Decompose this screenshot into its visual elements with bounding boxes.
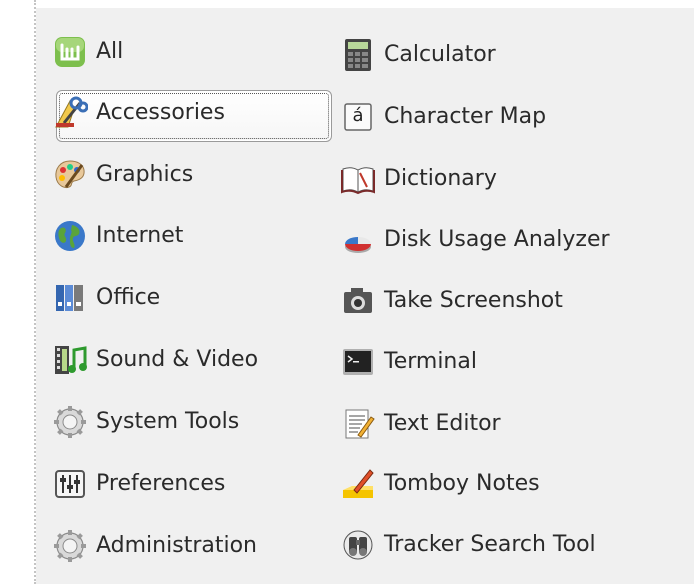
- app-label: Dictionary: [384, 166, 497, 191]
- calculator-icon: [340, 37, 376, 73]
- category-label: Accessories: [96, 100, 225, 125]
- menu-panel: All Accessories Graphics Internet Office…: [36, 8, 694, 584]
- app-label: Text Editor: [384, 411, 501, 436]
- app-label: Calculator: [384, 42, 496, 67]
- binders-icon: [52, 280, 88, 316]
- app-take-screenshot[interactable]: Take Screenshot: [340, 276, 680, 326]
- gear-icon: [52, 404, 88, 440]
- category-label: Internet: [96, 223, 184, 248]
- app-dictionary[interactable]: Dictionary: [340, 154, 680, 204]
- book-icon: [340, 161, 376, 197]
- mint-logo-icon: [52, 34, 88, 70]
- category-preferences[interactable]: Preferences: [52, 459, 314, 509]
- palette-icon: [52, 157, 88, 193]
- app-text-editor[interactable]: Text Editor: [340, 399, 680, 449]
- app-label: Tomboy Notes: [384, 471, 540, 496]
- app-calculator[interactable]: Calculator: [340, 30, 680, 80]
- app-terminal[interactable]: Terminal: [340, 337, 680, 387]
- terminal-icon: [340, 344, 376, 380]
- sliders-icon: [52, 466, 88, 502]
- character-map-glyph: á: [352, 105, 364, 126]
- category-sound-video[interactable]: Sound & Video: [52, 335, 314, 385]
- character-map-icon: á: [340, 99, 376, 135]
- category-label: Preferences: [96, 471, 226, 496]
- binoculars-icon: [340, 527, 376, 563]
- film-music-icon: [52, 342, 88, 378]
- category-graphics[interactable]: Graphics: [52, 150, 314, 200]
- app-label: Take Screenshot: [384, 288, 563, 313]
- note-pencil-icon: [340, 466, 376, 502]
- category-label: All: [96, 39, 124, 64]
- app-disk-usage-analyzer[interactable]: Disk Usage Analyzer: [340, 215, 680, 265]
- category-label: Office: [96, 285, 161, 310]
- category-label: Sound & Video: [96, 347, 259, 372]
- category-system-tools[interactable]: System Tools: [52, 397, 314, 447]
- gear-icon: [52, 528, 88, 564]
- app-label: Terminal: [384, 349, 477, 374]
- category-accessories[interactable]: Accessories: [52, 88, 332, 142]
- pie-disk-icon: [340, 222, 376, 258]
- app-label: Character Map: [384, 104, 547, 129]
- app-character-map[interactable]: á Character Map: [340, 92, 680, 142]
- text-editor-icon: [340, 406, 376, 442]
- category-label: Graphics: [96, 162, 194, 187]
- app-tracker-search-tool[interactable]: Tracker Search Tool: [340, 520, 680, 570]
- accessories-icon: [52, 95, 88, 131]
- globe-icon: [52, 218, 88, 254]
- camera-icon: [340, 283, 376, 319]
- category-all[interactable]: All: [52, 27, 314, 77]
- category-label: Administration: [96, 533, 257, 558]
- category-administration[interactable]: Administration: [52, 521, 314, 571]
- category-office[interactable]: Office: [52, 273, 314, 323]
- category-label: System Tools: [96, 409, 240, 434]
- category-internet[interactable]: Internet: [52, 211, 314, 261]
- app-label: Tracker Search Tool: [384, 532, 596, 557]
- app-tomboy-notes[interactable]: Tomboy Notes: [340, 459, 680, 509]
- app-label: Disk Usage Analyzer: [384, 227, 610, 252]
